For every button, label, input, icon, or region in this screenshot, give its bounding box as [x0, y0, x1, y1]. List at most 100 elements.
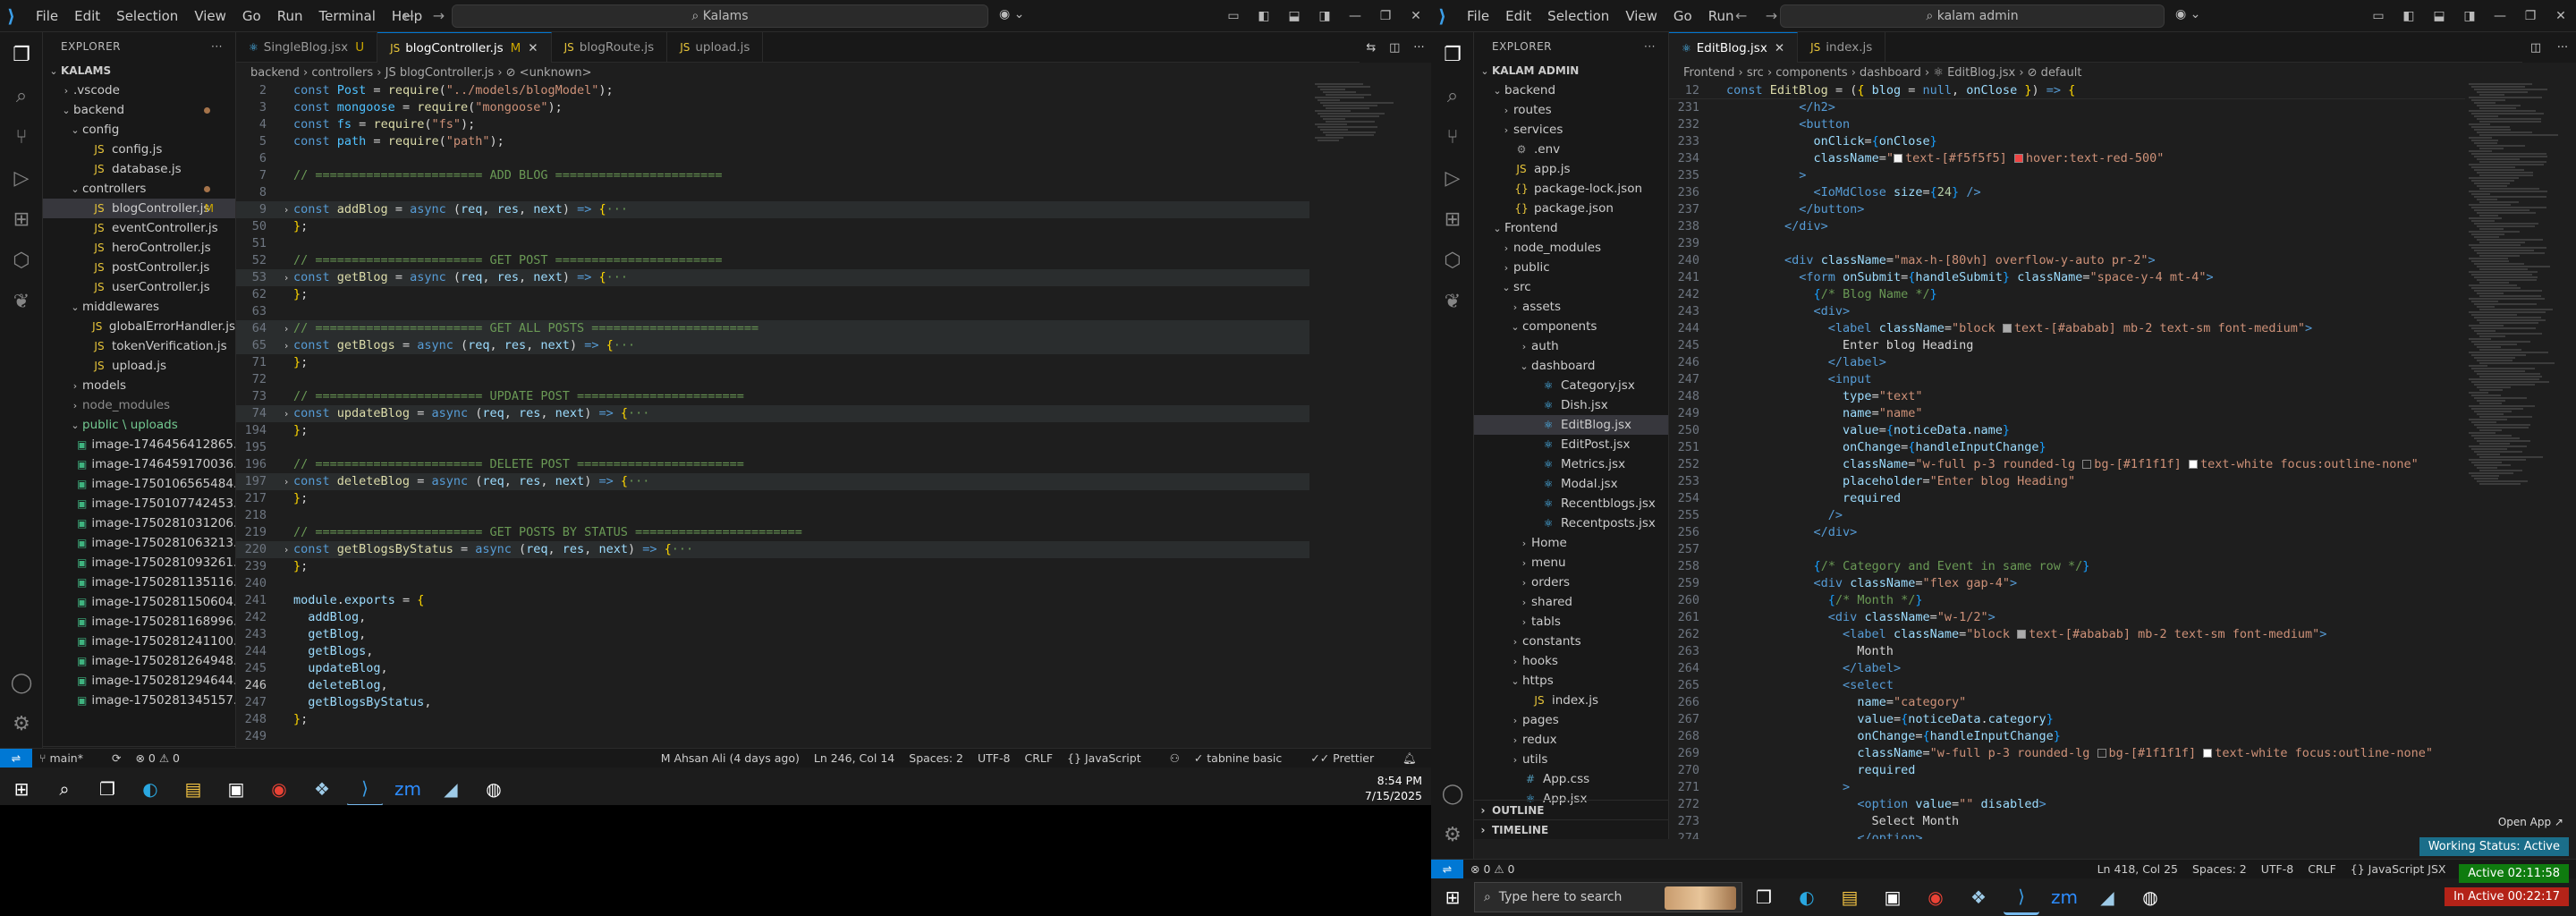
code-line[interactable]: 250 value={noticeData.name}	[1669, 422, 2465, 439]
menu-item-run[interactable]: Run	[1708, 8, 1734, 24]
panel-toggle-icon[interactable]: ⬓	[2424, 9, 2454, 23]
account-icon[interactable]: ◯	[9, 671, 34, 696]
language-mode[interactable]: {} JavaScript JSX	[2351, 862, 2461, 876]
mongodb-icon[interactable]: ❦	[1440, 290, 1465, 315]
more-actions-icon[interactable]: ···	[1644, 40, 1656, 53]
tree-item-image-1750281063213[interactable]: ▣ image-1750281063213...	[43, 533, 235, 553]
zoom-icon[interactable]: zm	[390, 771, 426, 805]
tree-item-database-js[interactable]: JS database.js	[43, 159, 235, 179]
compare-icon[interactable]: ⇆	[1366, 41, 1376, 55]
app-icon[interactable]: ❖	[304, 771, 340, 805]
tab-editblog-jsx[interactable]: ⚛ EditBlog.jsx ✕	[1669, 32, 1799, 63]
tabnine-status[interactable]: ✓ tabnine basic	[1194, 751, 1296, 765]
close-icon[interactable]: ✕	[2546, 9, 2576, 23]
breadcrumb[interactable]: backend › controllers › JS blogControlle…	[250, 63, 592, 82]
close-tab-icon[interactable]: ✕	[1775, 41, 1784, 55]
task-view-icon[interactable]: ❐	[89, 771, 125, 805]
copilot-icon[interactable]: ◉ ⌄	[2175, 7, 2200, 21]
code-line[interactable]: 240 <div className="max-h-[80vh] overflo…	[1669, 252, 2465, 269]
tree-item-public-uploads[interactable]: ⌄ public \ uploads	[43, 415, 235, 435]
code-line[interactable]: 71};	[236, 354, 1309, 371]
code-line[interactable]: 264 </label>	[1669, 660, 2465, 677]
split-editor-icon[interactable]: ◫	[2530, 41, 2541, 55]
tree-item-public[interactable]: › public	[1474, 258, 1668, 277]
tree-item-image-1750281093261[interactable]: ▣ image-1750281093261...	[43, 553, 235, 572]
cursor-position[interactable]: Ln 246, Col 14	[814, 751, 894, 765]
code-line[interactable]: 51	[236, 235, 1309, 252]
menu-item-go[interactable]: Go	[242, 8, 261, 24]
menu-item-view[interactable]: View	[1625, 8, 1657, 24]
tree-item-backend[interactable]: ⌄ backend	[43, 100, 235, 120]
tree-item-menu[interactable]: › menu	[1474, 553, 1668, 572]
tree-item-image-1750281294644[interactable]: ▣ image-1750281294644...	[43, 671, 235, 691]
restore-icon[interactable]: ❐	[2515, 9, 2546, 23]
code-line[interactable]: 249 name="name"	[1669, 405, 2465, 422]
tree-item--vscode[interactable]: › .vscode	[43, 81, 235, 100]
tree-item-controllers[interactable]: ⌄ controllers	[43, 179, 235, 199]
code-line[interactable]: 258 {/* Category and Event in same row *…	[1669, 558, 2465, 575]
layout-icon[interactable]: ▭	[2363, 9, 2394, 23]
minimap[interactable]	[1315, 82, 1413, 785]
code-line[interactable]: 247 getBlogsByStatus,	[236, 694, 1309, 711]
tree-item-upload-js[interactable]: JS upload.js	[43, 356, 235, 376]
code-line[interactable]: 273 Select Month	[1669, 813, 2465, 830]
chrome-icon[interactable]: ◉	[1918, 879, 1953, 915]
code-line[interactable]: 236 <IoMdClose size={24} />	[1669, 184, 2465, 201]
section-timeline[interactable]: › TIMELINE	[1474, 819, 1668, 839]
tree-item-assets[interactable]: › assets	[1474, 297, 1668, 317]
code-line[interactable]: 63	[236, 303, 1309, 320]
code-line[interactable]: 241 <form onSubmit={handleSubmit} classN…	[1669, 269, 2465, 286]
sidebar-toggle-icon[interactable]: ◧	[1249, 9, 1279, 23]
indentation[interactable]: Spaces: 2	[909, 751, 963, 765]
tree-item-editblog-jsx[interactable]: ⚛ EditBlog.jsx	[1474, 415, 1668, 435]
restore-icon[interactable]: ❐	[1370, 9, 1401, 23]
close-tab-icon[interactable]: ✕	[528, 41, 538, 55]
extensions-icon[interactable]: ⊞	[9, 208, 34, 233]
tree-item-image-1750107742453[interactable]: ▣ image-1750107742453...	[43, 494, 235, 513]
code-line[interactable]: 256 </div>	[1669, 524, 2465, 541]
code-line[interactable]: 74 › const updateBlog = async (req, res, n…	[236, 405, 1309, 422]
code-line[interactable]: 53 › const getBlog = async (req, res, next…	[236, 269, 1309, 286]
language-mode[interactable]: {} JavaScript	[1067, 751, 1156, 765]
nav-arrows[interactable]: ← →	[402, 7, 445, 24]
tree-item-recentblogs-jsx[interactable]: ⚛ Recentblogs.jsx	[1474, 494, 1668, 513]
tree-item-services[interactable]: › services	[1474, 120, 1668, 140]
panel-toggle-icon[interactable]: ⬓	[1279, 9, 1309, 23]
code-line[interactable]: 234 className=" text-[#f5f5f5] hover:text…	[1669, 150, 2465, 167]
notifications-icon[interactable]: 🔔︎	[1402, 751, 1417, 766]
run-debug-icon[interactable]: ▷	[9, 166, 34, 191]
code-line[interactable]: 244 getBlogs,	[236, 643, 1309, 660]
code-line[interactable]: 262 <label className="block text-[#ababa…	[1669, 626, 2465, 643]
tree-item-utils[interactable]: › utils	[1474, 750, 1668, 769]
tree-item-config-js[interactable]: JS config.js	[43, 140, 235, 159]
vscode-icon[interactable]: ⟩	[2004, 879, 2039, 915]
line-endings[interactable]: CRLF	[1024, 751, 1053, 765]
code-line[interactable]: 252 className="w-full p-3 rounded-lg bg-…	[1669, 456, 2465, 473]
tree-item-package-json[interactable]: {} package.json	[1474, 199, 1668, 218]
tree-item-config[interactable]: ⌄ config	[43, 120, 235, 140]
code-line[interactable]: 233 onClick={onClose}	[1669, 133, 2465, 150]
tree-item-kalams[interactable]: ⌄ KALAMS	[43, 61, 235, 81]
code-line[interactable]: 244 <label className="block text-[#ababa…	[1669, 320, 2465, 337]
tab-blogcontroller-js[interactable]: JS blogController.js M ✕	[377, 32, 552, 63]
tree-item-blogcontroller-js[interactable]: JS blogController.js M	[43, 199, 235, 218]
tabnine-icon[interactable]: ⚇	[1170, 751, 1180, 765]
tree-item-recentposts-jsx[interactable]: ⚛ Recentposts.jsx	[1474, 513, 1668, 533]
code-line[interactable]: 246 </label>	[1669, 354, 2465, 371]
menu-item-selection[interactable]: Selection	[1547, 8, 1609, 24]
tree-item-node-modules[interactable]: › node_modules	[1474, 238, 1668, 258]
app-icon[interactable]: ◢	[2089, 879, 2125, 915]
breadcrumb[interactable]: Frontend › src › components › dashboard …	[1683, 63, 2081, 82]
indentation[interactable]: Spaces: 2	[2192, 862, 2247, 876]
windows-start-icon[interactable]: ⊞	[1435, 879, 1470, 915]
nav-arrows[interactable]: ← →	[1735, 7, 1777, 24]
tree-item-index-js[interactable]: JS index.js	[1474, 691, 1668, 710]
working-status-toast[interactable]: Working Status: Active	[2419, 837, 2569, 856]
code-line[interactable]: 237 </button>	[1669, 201, 2465, 218]
tree-item-constants[interactable]: › constants	[1474, 632, 1668, 651]
code-line[interactable]: 196 // ======================= DELETE POS…	[236, 456, 1309, 473]
remote-explorer-icon[interactable]: ⬡	[9, 249, 34, 274]
menu-item-file[interactable]: File	[36, 8, 58, 24]
branch-icon[interactable]: ⑂ main*	[39, 751, 97, 765]
code-line[interactable]: 5 const path = require("path");	[236, 133, 1309, 150]
